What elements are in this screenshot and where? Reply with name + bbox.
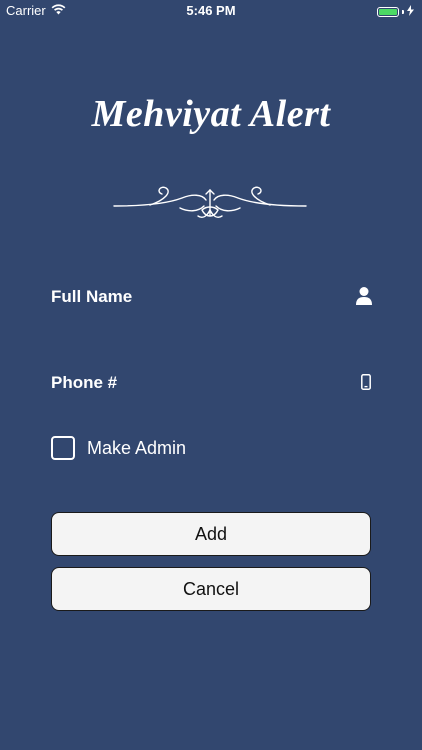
battery-cap (402, 9, 404, 14)
battery-fill (379, 8, 397, 15)
make-admin-row: Make Admin (51, 434, 186, 462)
make-admin-checkbox[interactable] (51, 436, 75, 460)
status-right (377, 4, 414, 19)
phone-label: Phone # (51, 373, 118, 392)
full-name-field[interactable]: Full Name (51, 282, 373, 312)
app-logo-title: Mehviyat Alert (91, 93, 331, 135)
phone-field[interactable]: Phone # (51, 368, 373, 398)
ornament-divider-icon (113, 186, 307, 219)
cancel-button[interactable]: Cancel (51, 567, 371, 611)
status-bar: Carrier 5:46 PM (0, 0, 422, 22)
add-button[interactable]: Add (51, 512, 371, 556)
full-name-label: Full Name (51, 287, 133, 306)
battery-icon (377, 6, 399, 17)
user-icon (355, 286, 373, 311)
status-time: 5:46 PM (186, 3, 236, 18)
mobile-phone-icon (361, 374, 371, 395)
charging-bolt-icon (407, 4, 414, 19)
make-admin-label: Make Admin (87, 437, 187, 458)
